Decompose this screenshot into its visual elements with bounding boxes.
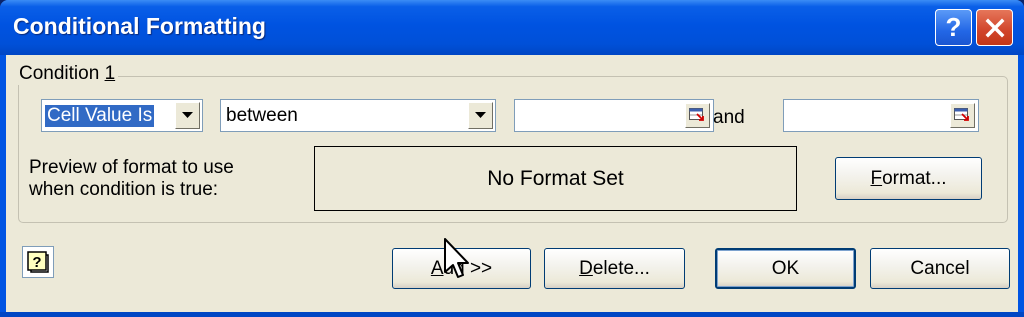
range-select-icon (689, 108, 704, 121)
condition-group-label: Condition 1 (16, 63, 119, 85)
dialog-body: Condition 1 Cell Value Is between and Pr… (6, 55, 1018, 317)
title-help-button[interactable]: ? (935, 9, 972, 46)
question-mark-icon: ? (945, 12, 962, 42)
condition-type-dropdown[interactable]: Cell Value Is (41, 99, 203, 132)
operator-dropdown-button[interactable] (468, 102, 493, 129)
delete-button[interactable]: Delete... (544, 248, 685, 289)
value2-collapse-button[interactable] (950, 103, 975, 128)
condition-type-dropdown-button[interactable] (175, 102, 200, 129)
conditional-formatting-dialog: Conditional Formatting ? Condition 1 Cel… (0, 0, 1024, 317)
value2-input[interactable] (783, 99, 979, 132)
format-preview-box: No Format Set (314, 146, 797, 211)
value1-input[interactable] (514, 99, 714, 132)
close-button[interactable] (976, 9, 1013, 46)
cancel-button[interactable]: Cancel (870, 248, 1010, 289)
and-label: and (713, 107, 745, 128)
condition-type-value: Cell Value Is (45, 105, 155, 127)
close-x-icon (985, 18, 1004, 37)
preview-label: Preview of format to use when condition … (29, 157, 234, 200)
mouse-pointer-icon (444, 238, 469, 278)
dialog-title: Conditional Formatting (13, 13, 266, 39)
dropdown-arrow-icon (182, 112, 193, 118)
svg-text:?: ? (32, 254, 41, 271)
operator-value: between (226, 105, 298, 126)
range-select-icon (954, 108, 969, 121)
ok-button[interactable]: OK (715, 248, 856, 289)
office-assistant-button[interactable]: ? (22, 246, 54, 278)
window-frame-bottom (0, 312, 1024, 317)
value1-collapse-button[interactable] (685, 103, 710, 128)
format-button[interactable]: Format... (835, 157, 982, 200)
format-preview-text: No Format Set (487, 166, 624, 190)
title-bar[interactable]: Conditional Formatting ? (0, 0, 1024, 55)
operator-dropdown[interactable]: between (220, 99, 496, 132)
dropdown-arrow-icon (475, 112, 486, 118)
help-question-icon: ? (27, 251, 49, 273)
